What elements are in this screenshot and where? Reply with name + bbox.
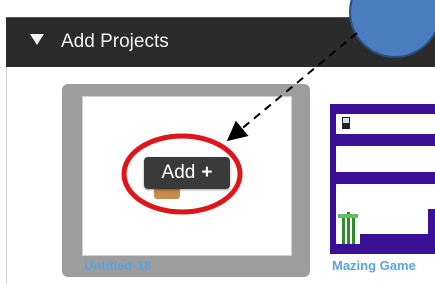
project-title[interactable]: Untitled-18 bbox=[84, 258, 151, 273]
add-project-button[interactable]: Add + bbox=[144, 157, 230, 189]
caret-down-icon[interactable] bbox=[30, 34, 44, 45]
add-button-label: Add bbox=[161, 162, 196, 183]
project-card-mazing-game[interactable] bbox=[330, 104, 435, 254]
panel-header[interactable]: Add Projects bbox=[6, 17, 435, 67]
project-title[interactable]: Mazing Game bbox=[332, 258, 416, 273]
maze-thumbnail bbox=[330, 104, 435, 254]
character-sprite bbox=[342, 117, 350, 129]
panel-title: Add Projects bbox=[61, 31, 169, 52]
plus-icon: + bbox=[201, 162, 213, 183]
